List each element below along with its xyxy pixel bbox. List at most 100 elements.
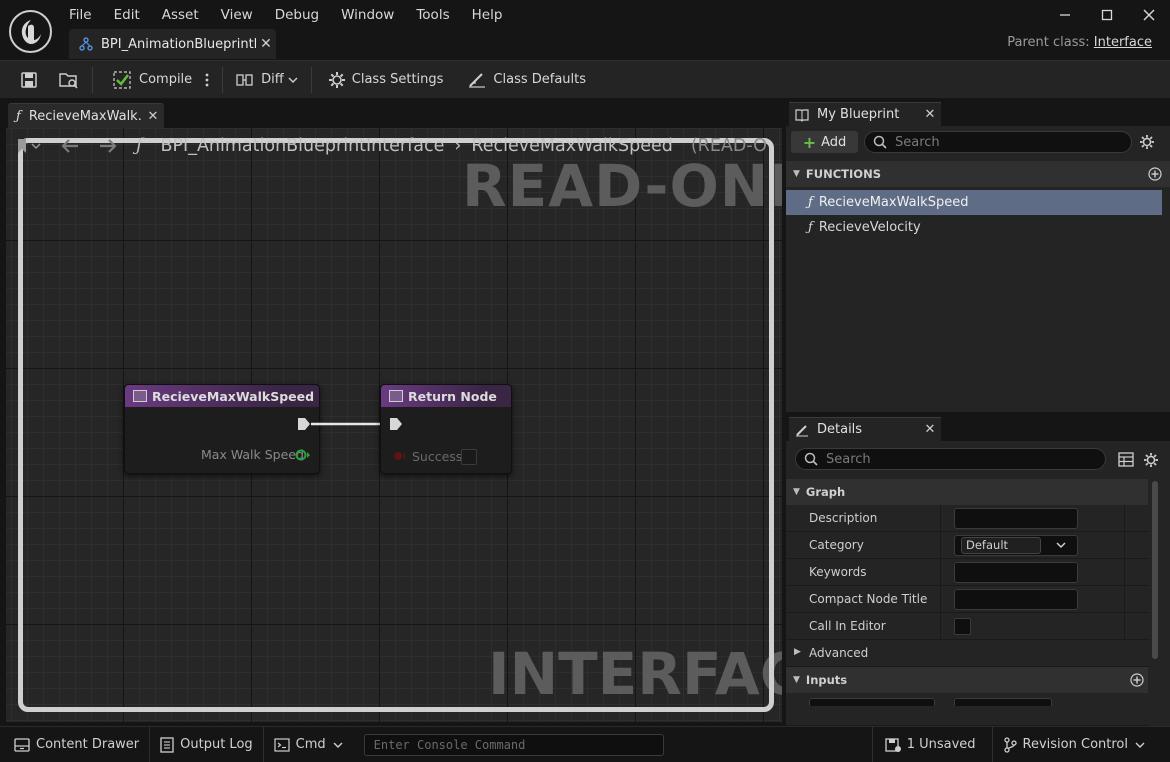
class-defaults-button[interactable]: Class Defaults bbox=[461, 65, 592, 95]
graph-canvas[interactable]: READ-ONLY INTERFACE ƒ BPI_AnimationBluep… bbox=[6, 128, 782, 722]
menu-help[interactable]: Help bbox=[461, 4, 514, 26]
my-blueprint-tab[interactable]: My Blueprint ✕ bbox=[789, 102, 941, 126]
details-body: Search ▼ Graph Description Category Defa… bbox=[786, 441, 1170, 726]
column-divider bbox=[1124, 613, 1125, 640]
menu-debug[interactable]: Debug bbox=[264, 4, 330, 26]
menu-window[interactable]: Window bbox=[330, 4, 405, 26]
details-tab-label: Details bbox=[817, 422, 863, 437]
settings-gear-icon[interactable] bbox=[1139, 134, 1155, 150]
function-icon: ƒ bbox=[808, 195, 813, 210]
minimize-button[interactable] bbox=[1044, 0, 1086, 30]
breadcrumb-function[interactable]: RecieveMaxWalkSpeed bbox=[471, 136, 672, 156]
return-node[interactable]: Return Node Success bbox=[380, 384, 512, 474]
revision-control-button[interactable]: Revision Control bbox=[993, 727, 1170, 762]
forward-button[interactable] bbox=[98, 138, 118, 154]
menu-file[interactable]: File bbox=[58, 4, 103, 26]
parent-class-link[interactable]: Interface bbox=[1094, 35, 1152, 50]
diff-button[interactable]: Diff bbox=[229, 65, 305, 95]
bookmark-button[interactable] bbox=[16, 138, 42, 154]
settings-gear-icon[interactable] bbox=[1143, 452, 1159, 468]
compile-button[interactable]: Compile bbox=[107, 65, 198, 95]
parameter-type-combo[interactable] bbox=[954, 698, 1052, 706]
save-icon bbox=[21, 71, 37, 88]
add-function-icon[interactable] bbox=[1148, 167, 1162, 181]
collapsed-triangle-icon: ▶ bbox=[794, 647, 801, 657]
save-button[interactable] bbox=[14, 65, 44, 95]
table-view-icon[interactable] bbox=[1118, 452, 1134, 467]
close-panel-icon[interactable]: ✕ bbox=[919, 107, 941, 122]
output-log-button[interactable]: Output Log bbox=[150, 726, 264, 762]
close-window-button[interactable] bbox=[1128, 0, 1170, 30]
content-drawer-label: Content Drawer bbox=[36, 737, 140, 752]
console-command-input[interactable]: Enter Console Command bbox=[363, 733, 664, 756]
add-button[interactable]: + Add bbox=[791, 131, 858, 153]
search-placeholder: Search bbox=[826, 451, 871, 467]
unsaved-button[interactable]: 1 Unsaved bbox=[871, 726, 993, 762]
menu-tools[interactable]: Tools bbox=[405, 4, 460, 26]
category-value: Default bbox=[961, 537, 1041, 554]
function-item-recievemaxwalkspeed[interactable]: ƒ RecieveMaxWalkSpeed bbox=[786, 190, 1162, 215]
class-settings-button[interactable]: Class Settings bbox=[322, 65, 450, 95]
advanced-label: Advanced bbox=[809, 646, 869, 660]
details-scrollbar[interactable] bbox=[1152, 481, 1158, 659]
maximize-button[interactable] bbox=[1086, 0, 1128, 30]
breadcrumb-blueprint[interactable]: BPI_AnimationBlueprintInterface bbox=[160, 136, 444, 156]
document-tab[interactable]: BPI_AnimationBlueprintI... ✕ bbox=[69, 29, 276, 59]
content-drawer-button[interactable]: Content Drawer bbox=[0, 726, 151, 762]
title-bar: File Edit Asset View Debug Window Tools … bbox=[0, 0, 1170, 60]
output-log-icon bbox=[160, 736, 174, 753]
add-input-icon[interactable] bbox=[1130, 673, 1144, 687]
success-checkbox[interactable] bbox=[461, 449, 477, 465]
keywords-field[interactable] bbox=[954, 562, 1078, 583]
status-bar: Content Drawer Output Log Cmd Enter Cons… bbox=[0, 726, 1170, 762]
console-placeholder: Enter Console Command bbox=[373, 737, 526, 752]
graph-section-header[interactable]: ▼ Graph bbox=[786, 479, 1148, 505]
cmd-dropdown[interactable]: Cmd bbox=[264, 727, 354, 762]
function-item-recievevelocity[interactable]: ƒ RecieveVelocity bbox=[786, 215, 1162, 240]
menu-asset[interactable]: Asset bbox=[151, 4, 210, 26]
function-entry-node[interactable]: RecieveMaxWalkSpeed Max Walk Speed bbox=[124, 384, 320, 474]
toolbar-separator bbox=[92, 66, 93, 93]
unreal-logo-icon[interactable] bbox=[9, 10, 52, 53]
details-tab[interactable]: Details ✕ bbox=[789, 417, 941, 441]
function-item-label: RecieveMaxWalkSpeed bbox=[818, 195, 969, 210]
description-field[interactable] bbox=[954, 508, 1078, 529]
search-placeholder: Search bbox=[895, 134, 940, 150]
unsaved-label: 1 Unsaved bbox=[906, 737, 976, 752]
browse-button[interactable] bbox=[52, 65, 86, 95]
compile-options-button[interactable] bbox=[198, 65, 216, 95]
compact-node-title-field[interactable] bbox=[954, 589, 1078, 610]
menu-view[interactable]: View bbox=[210, 4, 264, 26]
chevron-down-icon bbox=[333, 742, 343, 748]
my-blueprint-tab-label: My Blueprint bbox=[817, 107, 900, 122]
call-in-editor-checkbox[interactable] bbox=[954, 618, 971, 635]
inputs-section-header[interactable]: ▼ Inputs bbox=[786, 667, 1148, 693]
close-graph-tab-icon[interactable]: ✕ bbox=[142, 109, 164, 124]
column-divider bbox=[940, 613, 941, 640]
functions-section-header[interactable]: ▼ FUNCTIONS bbox=[786, 161, 1170, 187]
keywords-row: Keywords bbox=[786, 559, 1150, 586]
compact-node-title-row: Compact Node Title bbox=[786, 586, 1150, 613]
close-tab-icon[interactable]: ✕ bbox=[256, 36, 276, 52]
menu-edit[interactable]: Edit bbox=[103, 4, 151, 26]
functions-header-label: FUNCTIONS bbox=[805, 167, 881, 181]
window-controls bbox=[1044, 0, 1170, 30]
close-panel-icon[interactable]: ✕ bbox=[919, 422, 941, 437]
menu-bar: File Edit Asset View Debug Window Tools … bbox=[58, 4, 513, 26]
advanced-row[interactable]: ▶ Advanced bbox=[786, 640, 1150, 667]
compact-node-title-label: Compact Node Title bbox=[809, 592, 928, 606]
my-blueprint-search-input[interactable]: Search bbox=[864, 131, 1132, 153]
diff-icon bbox=[236, 73, 253, 86]
parameter-name-field[interactable] bbox=[809, 698, 935, 706]
close-icon bbox=[1143, 9, 1155, 21]
graph-tab[interactable]: ƒ RecieveMaxWalk... ✕ bbox=[8, 103, 164, 128]
back-button[interactable] bbox=[60, 138, 80, 154]
bookmark-icon bbox=[18, 139, 41, 153]
details-search-input[interactable]: Search bbox=[795, 448, 1106, 470]
description-row: Description bbox=[786, 505, 1150, 532]
category-combo[interactable]: Default bbox=[954, 535, 1078, 556]
chevron-down-icon bbox=[1056, 542, 1066, 549]
exec-in-pin-icon[interactable] bbox=[389, 417, 403, 431]
bool-pin-icon[interactable] bbox=[393, 451, 407, 461]
float-pin-icon[interactable] bbox=[295, 449, 311, 461]
